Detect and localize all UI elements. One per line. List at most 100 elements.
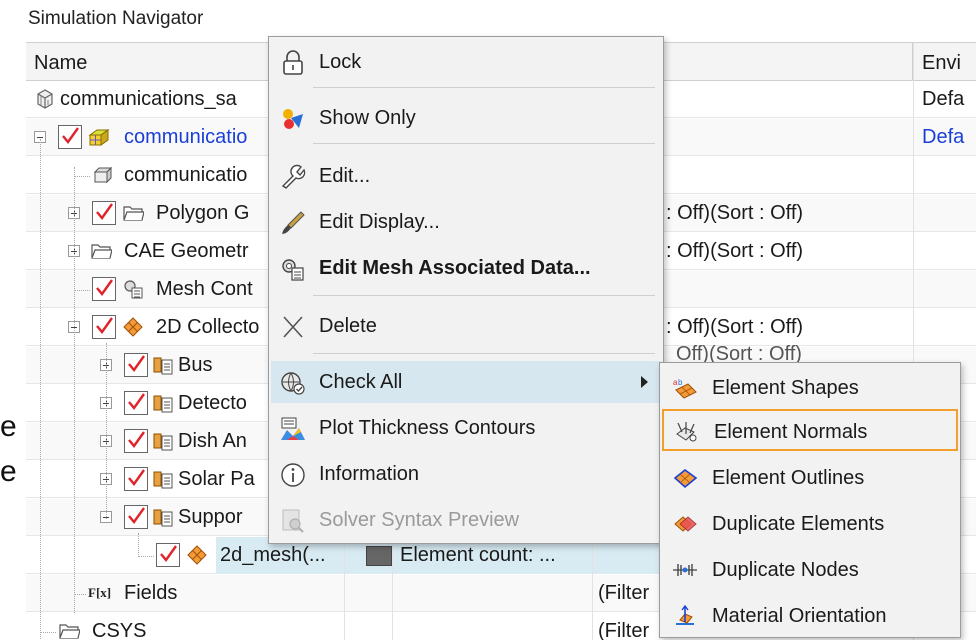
menu-item-label: Lock	[319, 51, 362, 73]
visibility-checkbox[interactable]	[124, 505, 148, 529]
row-element-count: Element count: ...	[400, 544, 556, 566]
submenu-item-label: Duplicate Elements	[712, 513, 885, 535]
simulation-file-icon	[37, 89, 53, 109]
context-menu[interactable]: Lock Show Only Edit... Edit Display... E	[268, 36, 664, 544]
fields-icon: F[x]	[88, 585, 112, 600]
menu-item-label: Edit Mesh Associated Data...	[319, 257, 591, 279]
visibility-checkbox[interactable]	[92, 315, 116, 339]
checkmark-icon	[128, 507, 145, 524]
menu-item-label: Show Only	[319, 107, 416, 129]
lock-icon	[283, 50, 303, 75]
menu-item-label: Edit...	[319, 165, 371, 187]
menu-item-edit-mesh-associated-data[interactable]: Edit Mesh Associated Data...	[271, 247, 661, 289]
row-label: communicatio	[124, 164, 248, 186]
tree-line	[138, 533, 139, 557]
tree-line	[74, 176, 90, 177]
row-label: Detecto	[178, 392, 247, 414]
menu-item-label: Solver Syntax Preview	[319, 509, 520, 531]
row-label: Suppor	[178, 506, 243, 528]
visibility-checkbox[interactable]	[124, 467, 148, 491]
tree-line	[74, 290, 90, 291]
solver-syntax-icon	[282, 509, 304, 533]
row-filter-info: : Off)(Sort : Off)	[666, 316, 804, 338]
visibility-checkbox[interactable]	[92, 277, 116, 301]
fem-assembly-icon	[88, 129, 110, 146]
menu-item-label: Information	[319, 463, 420, 485]
row-environment: Defa	[922, 88, 965, 110]
menu-item-label: Check All	[319, 371, 403, 393]
material-orientation-icon	[676, 604, 694, 625]
checkmark-icon	[128, 431, 145, 448]
2d-mesh-icon	[187, 545, 207, 565]
submenu-item-element-normals[interactable]: Element Normals	[662, 409, 958, 451]
tree-line	[74, 594, 86, 595]
row-label: Fields	[124, 582, 178, 604]
tree-line	[40, 632, 56, 633]
row-label: 2D Collecto	[156, 316, 260, 338]
menu-separator	[313, 87, 655, 88]
checkmark-icon	[96, 317, 113, 334]
submenu-item-element-shapes[interactable]: a b Element Shapes	[662, 367, 958, 409]
submenu-item-duplicate-nodes[interactable]: Duplicate Nodes	[662, 549, 958, 591]
submenu-item-element-outlines[interactable]: Element Outlines	[662, 457, 958, 499]
submenu-item-label: Element Normals	[714, 421, 868, 443]
row-label: Dish An	[178, 430, 247, 452]
visibility-checkbox[interactable]	[92, 201, 116, 225]
row-label: communications_sa	[60, 88, 237, 110]
checkmark-icon	[96, 203, 113, 220]
submenu-item-label: Material Orientation	[712, 605, 887, 627]
checkmark-icon	[128, 393, 145, 410]
tree-line	[40, 139, 41, 640]
svg-text:b: b	[678, 378, 683, 387]
menu-item-information[interactable]: Information	[271, 453, 661, 495]
checkmark-icon	[128, 355, 145, 372]
row-label: 2d_mesh(...	[220, 544, 326, 566]
menu-item-lock[interactable]: Lock	[271, 41, 661, 83]
visibility-checkbox[interactable]	[124, 391, 148, 415]
folder-icon	[123, 206, 144, 221]
mesh-group-icon	[153, 471, 173, 489]
submenu-item-label: Element Shapes	[712, 377, 859, 399]
menu-item-check-all[interactable]: Check All	[271, 361, 661, 403]
menu-item-delete[interactable]: Delete	[271, 305, 661, 347]
row-label: Bus	[178, 354, 213, 376]
row-label: communicatio	[124, 126, 248, 148]
menu-item-label: Edit Display...	[319, 211, 440, 233]
menu-separator	[313, 295, 655, 296]
geometry-body-icon	[93, 166, 113, 184]
menu-item-label: Plot Thickness Contours	[319, 417, 536, 439]
info-icon	[281, 463, 305, 487]
element-outlines-icon	[673, 468, 698, 489]
element-shapes-icon: a b	[673, 378, 697, 399]
show-only-icon	[283, 109, 303, 129]
menu-item-show-only[interactable]: Show Only	[271, 97, 661, 139]
mesh-control-icon	[124, 280, 143, 299]
menu-separator	[313, 143, 655, 144]
visibility-checkbox[interactable]	[124, 429, 148, 453]
tree-line	[74, 167, 75, 613]
submenu-item-label: Element Outlines	[712, 467, 865, 489]
row-filter-info: : Off)(Sort : Off)	[666, 240, 804, 262]
thickness-contour-icon	[281, 417, 305, 440]
menu-separator	[313, 353, 655, 354]
row-filter-info: : Off)(Sort : Off)	[666, 202, 804, 224]
visibility-checkbox[interactable]	[124, 353, 148, 377]
menu-item-plot-thickness-contours[interactable]: Plot Thickness Contours	[271, 407, 661, 449]
background-fragment: e	[0, 455, 17, 488]
visibility-checkbox[interactable]	[58, 125, 82, 149]
row-label: Mesh Cont	[156, 278, 253, 300]
column-header-name[interactable]: Name	[34, 52, 87, 75]
column-header-environment[interactable]: Envi	[922, 52, 961, 75]
visibility-checkbox[interactable]	[156, 543, 180, 567]
check-all-submenu[interactable]: a b Element Shapes Element Normals Eleme…	[659, 362, 961, 638]
duplicate-nodes-icon	[673, 564, 697, 576]
folder-icon	[59, 624, 80, 639]
submenu-item-duplicate-elements[interactable]: Duplicate Elements	[662, 503, 958, 545]
submenu-item-material-orientation[interactable]: Material Orientation	[662, 595, 958, 637]
submenu-item-label: Duplicate Nodes	[712, 559, 859, 581]
row-label: CAE Geometr	[124, 240, 249, 262]
row-filter-info: (Filter	[598, 582, 650, 604]
mesh-color-swatch[interactable]	[366, 546, 392, 566]
menu-item-edit-display[interactable]: Edit Display...	[271, 201, 661, 243]
menu-item-edit[interactable]: Edit...	[271, 155, 661, 197]
